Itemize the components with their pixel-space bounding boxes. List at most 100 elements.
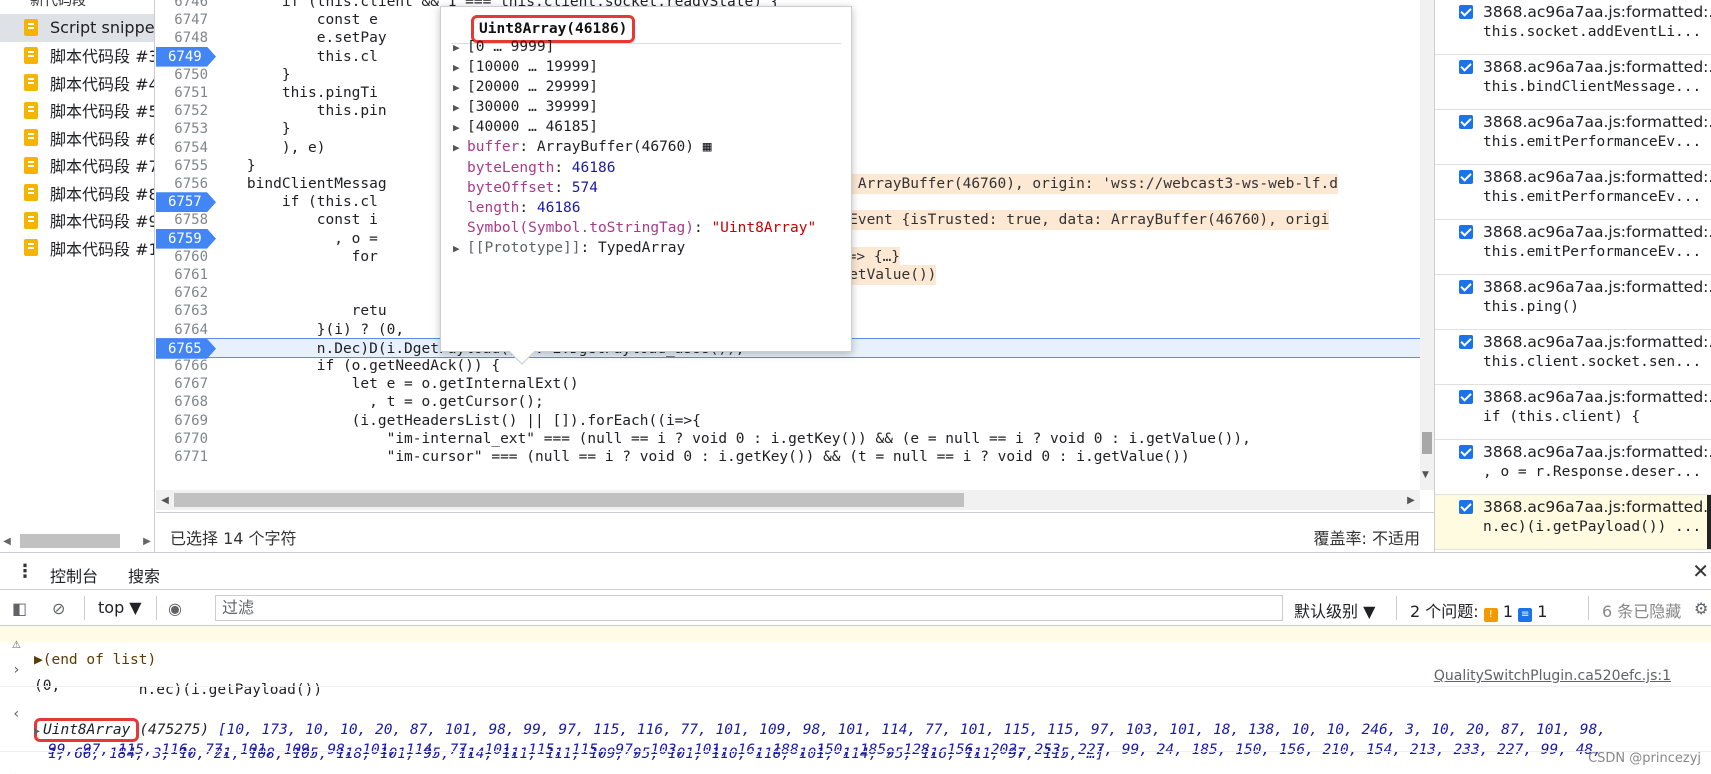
code-text: }(i) ? (0,: [212, 321, 405, 338]
array-range-item[interactable]: ▶ [40000 … 46185]: [453, 116, 598, 138]
line-number[interactable]: 6748: [156, 28, 208, 48]
breakpoint-item[interactable]: 3868.ac96a7aa.js:formatted:... , o = r.Re…: [1435, 440, 1711, 495]
scroll-left-icon[interactable]: ◀: [156, 495, 174, 506]
scroll-thumb[interactable]: [14, 534, 140, 548]
context-selector[interactable]: top ▼: [98, 598, 142, 617]
scroll-right-icon[interactable]: ▶: [140, 536, 154, 547]
snippet-file-icon: [24, 46, 38, 64]
breakpoint-item[interactable]: 3868.ac96a7aa.js:formatted:... this.emitP…: [1435, 165, 1711, 220]
breakpoint-checkbox[interactable]: [1459, 280, 1473, 294]
snippet-file-item[interactable]: 脚本代码段 #5: [0, 97, 154, 125]
breakpoint-checkbox[interactable]: [1459, 225, 1473, 239]
breakpoint-item[interactable]: 3868.ac96a7aa.js:formatted:... this.emitP…: [1435, 220, 1711, 275]
sidebar-toggle-icon[interactable]: ◧: [12, 599, 27, 618]
expand-arrow-icon[interactable]: ▶: [453, 137, 467, 159]
clear-console-icon[interactable]: ⊘: [52, 599, 65, 618]
console-output[interactable]: ⚠ ▶(end of list) QualitySwitchPlugin.ca5…: [0, 626, 1711, 774]
scroll-left-icon[interactable]: ◀: [0, 536, 14, 547]
close-drawer-icon[interactable]: ✕: [1692, 559, 1709, 583]
breakpoint-item[interactable]: 3868.ac96a7aa.js:formatted:... this.socke…: [1435, 0, 1711, 55]
snippet-file-item[interactable]: 脚本代码段 #9: [0, 207, 154, 235]
drawer-menu-icon[interactable]: ⋮: [16, 561, 34, 582]
line-number[interactable]: 6761: [156, 265, 208, 285]
memory-icon[interactable]: ▦: [703, 139, 712, 155]
breakpoint-marker[interactable]: 6749: [156, 46, 216, 67]
line-number[interactable]: 6769: [156, 411, 208, 431]
scroll-down-icon[interactable]: ▼: [1422, 470, 1429, 480]
log-level-dropdown[interactable]: 默认级别 ▼: [1294, 598, 1375, 622]
code-line[interactable]: 6770 "im-internal_ext" === (null == i ? …: [156, 429, 1434, 449]
editor-hscrollbar[interactable]: ◀ ▶: [156, 490, 1420, 510]
line-number[interactable]: 6764: [156, 320, 208, 340]
breakpoint-item[interactable]: 3868.ac96a7aa.js:formatted:... this.bindC…: [1435, 55, 1711, 110]
file-tree-hscrollbar[interactable]: ◀ ▶: [0, 530, 154, 552]
breakpoint-marker[interactable]: 6759: [156, 228, 216, 249]
breakpoint-item[interactable]: 3868.ac96a7aa.js:formatted:... if (this.c…: [1435, 385, 1711, 440]
breakpoint-checkbox[interactable]: [1459, 445, 1473, 459]
breakpoint-checkbox[interactable]: [1459, 390, 1473, 404]
array-range-item[interactable]: ▶ [30000 … 39999]: [453, 96, 598, 118]
breakpoint-checkbox[interactable]: [1459, 335, 1473, 349]
line-number[interactable]: 6751: [156, 83, 208, 103]
range-label: [0 … 9999]: [467, 39, 555, 55]
hscroll-thumb[interactable]: [174, 493, 1402, 507]
line-number[interactable]: 6753: [156, 119, 208, 139]
line-number[interactable]: 6771: [156, 447, 208, 467]
settings-gear-icon[interactable]: ⚙: [1694, 599, 1708, 618]
snippet-file-item[interactable]: 脚本代码段 #8: [0, 179, 154, 207]
snippet-file-item[interactable]: Script snippet: [0, 14, 154, 42]
array-range-item[interactable]: ▶ [20000 … 29999]: [453, 76, 598, 98]
breakpoint-item[interactable]: 3868.ac96a7aa.js:formatted:... this.clien…: [1435, 330, 1711, 385]
live-expression-eye-icon[interactable]: ◉: [168, 599, 182, 618]
breakpoint-item[interactable]: 3868.ac96a7aa.js:formatted:... this.ping(…: [1435, 275, 1711, 330]
line-number[interactable]: 6766: [156, 356, 208, 376]
line-number[interactable]: 6758: [156, 210, 208, 230]
code-line[interactable]: 6768 , t = o.getCursor();: [156, 392, 1434, 412]
snippet-file-item[interactable]: 脚本代码段 #6: [0, 124, 154, 152]
vscroll-thumb[interactable]: [1422, 432, 1432, 454]
console-prompt[interactable]: ›: [0, 753, 1711, 774]
array-range-item[interactable]: ▶ [0 … 9999]: [453, 36, 554, 58]
code-line[interactable]: 6767 let e = o.getInternalExt(): [156, 374, 1434, 394]
breakpoint-checkbox[interactable]: [1459, 115, 1473, 129]
code-line[interactable]: 6769 (i.getHeadersList() || []).forEach(…: [156, 411, 1434, 431]
issues-button[interactable]: 2 个问题: ! 1 ≡ 1: [1410, 598, 1547, 622]
tab-console[interactable]: 控制台: [50, 563, 99, 596]
snippet-file-icon: [24, 156, 38, 174]
breakpoint-item[interactable]: 3868.ac96a7aa.js:formatted:... this.emitP…: [1435, 110, 1711, 165]
line-number[interactable]: 6750: [156, 65, 208, 85]
breakpoint-item[interactable]: 3868.ac96a7aa.js:formatted... n.ec)(i.get…: [1435, 495, 1711, 550]
tab-search[interactable]: 搜索: [128, 563, 160, 587]
snippet-file-item[interactable]: 脚本代码段 #7: [0, 152, 154, 180]
line-number[interactable]: 6770: [156, 429, 208, 449]
code-line[interactable]: 6771 "im-cursor" === (null == i ? void 0…: [156, 447, 1434, 467]
line-number[interactable]: 6755: [156, 156, 208, 176]
line-number[interactable]: 6760: [156, 247, 208, 267]
prototype-property[interactable]: ▶ [[Prototype]]: TypedArray: [453, 237, 685, 259]
breakpoint-checkbox[interactable]: [1459, 170, 1473, 184]
line-number[interactable]: 6763: [156, 301, 208, 321]
buffer-property[interactable]: ▶ buffer: ArrayBuffer(46760) ▦: [453, 136, 711, 158]
breakpoint-checkbox[interactable]: [1459, 60, 1473, 74]
snippet-file-item[interactable]: 脚本代码段 #4: [0, 69, 154, 97]
filter-input[interactable]: 过滤: [215, 595, 1283, 621]
new-snippet-header[interactable]: 新代码段: [0, 0, 154, 14]
snippet-file-item[interactable]: 脚本代码段 #3: [0, 42, 154, 70]
snippet-file-label: 脚本代码段 #6: [50, 129, 155, 149]
code-line[interactable]: 6766 if (o.getNeedAck()) {: [156, 356, 1434, 376]
line-number[interactable]: 6747: [156, 10, 208, 30]
line-number[interactable]: 6767: [156, 374, 208, 394]
line-number[interactable]: 6752: [156, 101, 208, 121]
editor-vscrollbar[interactable]: ▼: [1420, 0, 1434, 490]
line-number[interactable]: 6756: [156, 174, 208, 194]
expand-arrow-icon[interactable]: ▶: [453, 238, 467, 260]
breakpoint-checkbox[interactable]: [1459, 500, 1473, 514]
array-range-item[interactable]: ▶ [10000 … 19999]: [453, 56, 598, 78]
breakpoint-checkbox[interactable]: [1459, 5, 1473, 19]
scroll-right-icon[interactable]: ▶: [1402, 495, 1420, 506]
breakpoint-marker[interactable]: 6757: [156, 192, 216, 213]
snippet-file-item[interactable]: 脚本代码段 #1: [0, 234, 154, 262]
line-number[interactable]: 6768: [156, 392, 208, 412]
line-number[interactable]: 6754: [156, 138, 208, 158]
line-number[interactable]: 6762: [156, 283, 208, 303]
